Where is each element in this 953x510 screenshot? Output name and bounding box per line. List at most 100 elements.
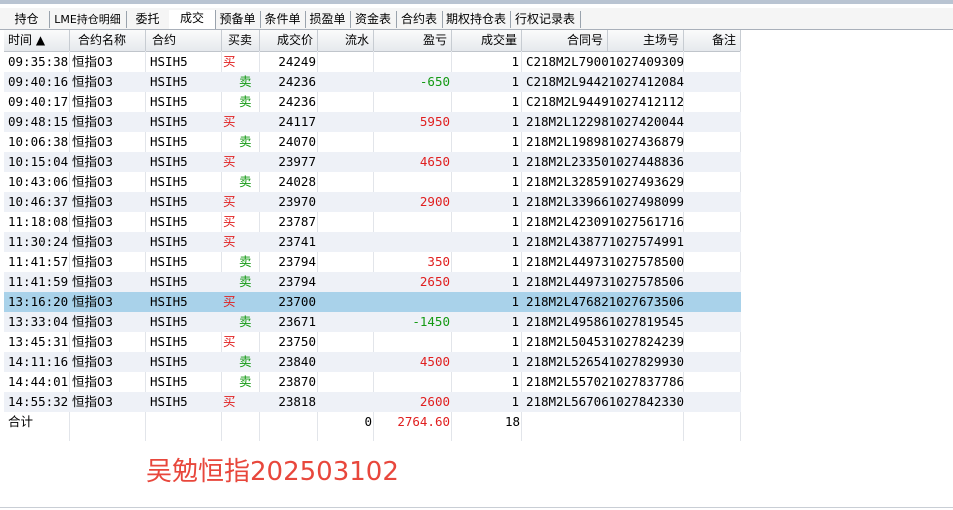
cell-quantity: 1 — [511, 154, 519, 169]
column-header-contract[interactable]: 合约 — [146, 30, 222, 51]
cell-pnl: -1450 — [412, 314, 450, 329]
cell-price: 24236 — [278, 74, 316, 89]
watermark-text: 吴勉恒指202503102 — [146, 457, 399, 487]
table-row[interactable]: 13:45:31 恒指03 HSIH5 买 23750 1 218M2L5045310278… — [4, 332, 741, 352]
cell-flow — [318, 352, 372, 372]
cell-contract-no: 218M2L198981027436879 — [525, 134, 684, 149]
cell-contract: HSIH5 — [150, 374, 188, 389]
table-row[interactable]: 10:06:38 恒指03 HSIH5 卖 24070 1 218M2L1989810274… — [4, 132, 741, 152]
table-row[interactable]: 09:40:16 恒指03 HSIH5 卖 24236 -650 1 C218M2L94421… — [4, 72, 741, 92]
total-flow: 0 — [364, 414, 372, 429]
table-row[interactable]: 14:55:32 恒指03 HSIH5 买 23818 2600 1 218M2L567061… — [4, 392, 741, 412]
table-row[interactable]: 11:41:57 恒指03 HSIH5 卖 23794 350 1 218M2L4497310… — [4, 252, 741, 272]
cell-contract-name: 恒指03 — [72, 314, 113, 329]
cell-contract-no: 218M2L423091027561716 — [525, 214, 684, 229]
cell-contract-no: 218M2L476821027673506 — [525, 294, 684, 309]
cell-time: 14:55:32 — [8, 394, 68, 409]
table-row[interactable]: 09:35:38 恒指03 HSIH5 买 24249 1 C218M2L790010274… — [4, 52, 741, 72]
cell-contract-no: 218M2L233501027448836 — [525, 154, 684, 169]
cell-contract-no: 218M2L526541027829930 — [525, 354, 684, 369]
table-row[interactable]: 10:43:06 恒指03 HSIH5 卖 24028 1 218M2L3285910274… — [4, 172, 741, 192]
cell-contract: HSIH5 — [150, 254, 188, 269]
cell-price: 23700 — [278, 294, 316, 309]
table-row[interactable]: 13:16:20 恒指03 HSIH5 买 23700 1 218M2L4768210276… — [4, 292, 741, 312]
cell-quantity: 1 — [511, 94, 519, 109]
tab-lme-positions[interactable]: LME持仓明细 — [49, 11, 127, 28]
tab-preset-orders[interactable]: 预备单 — [215, 11, 261, 28]
tab-contracts[interactable]: 合约表 — [396, 11, 443, 28]
cell-flow — [318, 92, 372, 112]
cell-quantity: 1 — [511, 234, 519, 249]
table-row[interactable]: 09:48:15 恒指03 HSIH5 买 24117 5950 1 218M2L122981… — [4, 112, 741, 132]
cell-contract-no: 218M2L495861027819545 — [525, 314, 684, 329]
cell-contract-name: 恒指03 — [72, 294, 113, 309]
cell-pnl — [374, 332, 450, 352]
cell-time: 09:35:38 — [8, 54, 68, 69]
tab-exercise-records[interactable]: 行权记录表 — [510, 11, 581, 28]
table-row[interactable]: 09:40:17 恒指03 HSIH5 卖 24236 1 C218M2L944910274… — [4, 92, 741, 112]
cell-pnl: 4500 — [419, 354, 450, 369]
cell-side: 买 — [223, 54, 236, 69]
tab-strip: 持仓 LME持仓明细 委托 成交 预备单 条件单 损盈单 资金表 合约表 期权持… — [0, 8, 953, 30]
cell-contract: HSIH5 — [150, 214, 188, 229]
tab-positions[interactable]: 持仓 — [4, 11, 50, 28]
cell-time: 13:45:31 — [8, 334, 68, 349]
table-row[interactable]: 10:15:04 恒指03 HSIH5 买 23977 4650 1 218M2L233501… — [4, 152, 741, 172]
cell-contract-name: 恒指03 — [72, 174, 113, 189]
tab-funds[interactable]: 资金表 — [350, 11, 397, 28]
cell-quantity: 1 — [511, 214, 519, 229]
column-header-time[interactable]: 时间 ▲ — [4, 30, 70, 51]
cell-price: 23750 — [278, 334, 316, 349]
cell-contract-name: 恒指03 — [72, 94, 113, 109]
column-header-exchange-no[interactable]: 主场号 — [608, 30, 684, 51]
cell-pnl: 350 — [427, 254, 450, 269]
cell-time: 11:30:24 — [8, 234, 68, 249]
column-header-side[interactable]: 买卖 — [222, 30, 260, 51]
column-header-remark[interactable]: 备注 — [684, 30, 741, 51]
column-header-pnl[interactable]: 盈亏 — [374, 30, 452, 51]
column-header-contract-name[interactable]: 合约名称 — [70, 30, 146, 51]
cell-pnl: 2600 — [419, 394, 450, 409]
tab-orders[interactable]: 委托 — [126, 11, 170, 28]
table-row[interactable]: 14:11:16 恒指03 HSIH5 卖 23840 4500 1 218M2L526541… — [4, 352, 741, 372]
cell-time: 09:48:15 — [8, 114, 68, 129]
cell-contract: HSIH5 — [150, 294, 188, 309]
tab-stop-profit-orders[interactable]: 损盈单 — [305, 11, 351, 28]
table-row[interactable]: 11:41:59 恒指03 HSIH5 卖 23794 2650 1 218M2L449731… — [4, 272, 741, 292]
table-row[interactable]: 10:46:37 恒指03 HSIH5 买 23970 2900 1 218M2L339661… — [4, 192, 741, 212]
table-row[interactable]: 11:18:08 恒指03 HSIH5 买 23787 1 218M2L4230910275… — [4, 212, 741, 232]
cell-price: 23970 — [278, 194, 316, 209]
cell-contract: HSIH5 — [150, 394, 188, 409]
tab-conditional-orders[interactable]: 条件单 — [260, 11, 306, 28]
cell-pnl — [374, 232, 450, 252]
cell-contract-no: 218M2L449731027578500 — [525, 254, 684, 269]
cell-time: 10:43:06 — [8, 174, 68, 189]
cell-price: 23741 — [278, 234, 316, 249]
tab-option-positions[interactable]: 期权持仓表 — [442, 11, 511, 28]
cell-price: 23870 — [278, 374, 316, 389]
cell-quantity: 1 — [511, 334, 519, 349]
cell-time: 14:11:16 — [8, 354, 68, 369]
column-header-contract-no[interactable]: 合同号 — [522, 30, 608, 51]
cell-contract-name: 恒指03 — [72, 154, 113, 169]
table-row[interactable]: 13:33:04 恒指03 HSIH5 卖 23671 -1450 1 218M2L49586… — [4, 312, 741, 332]
cell-contract-name: 恒指03 — [72, 334, 113, 349]
column-header-price[interactable]: 成交价 — [260, 30, 318, 51]
column-header-quantity[interactable]: 成交量 — [452, 30, 522, 51]
cell-contract-name: 恒指03 — [72, 354, 113, 369]
cell-side: 买 — [223, 234, 236, 249]
cell-side: 买 — [223, 394, 236, 409]
cell-contract: HSIH5 — [150, 154, 188, 169]
cell-quantity: 1 — [511, 394, 519, 409]
table-row[interactable]: 11:30:24 恒指03 HSIH5 买 23741 1 218M2L4387710275… — [4, 232, 741, 252]
table-row[interactable]: 14:44:01 恒指03 HSIH5 卖 23870 1 218M2L5570210278… — [4, 372, 741, 392]
cell-quantity: 1 — [511, 314, 519, 329]
column-header-flow[interactable]: 流水 — [318, 30, 374, 51]
cell-contract-name: 恒指03 — [72, 54, 113, 69]
cell-contract: HSIH5 — [150, 174, 188, 189]
tab-trades[interactable]: 成交 — [169, 10, 216, 29]
cell-contract: HSIH5 — [150, 194, 188, 209]
cell-time: 10:15:04 — [8, 154, 68, 169]
cell-price: 23671 — [278, 314, 316, 329]
cell-quantity: 1 — [511, 374, 519, 389]
